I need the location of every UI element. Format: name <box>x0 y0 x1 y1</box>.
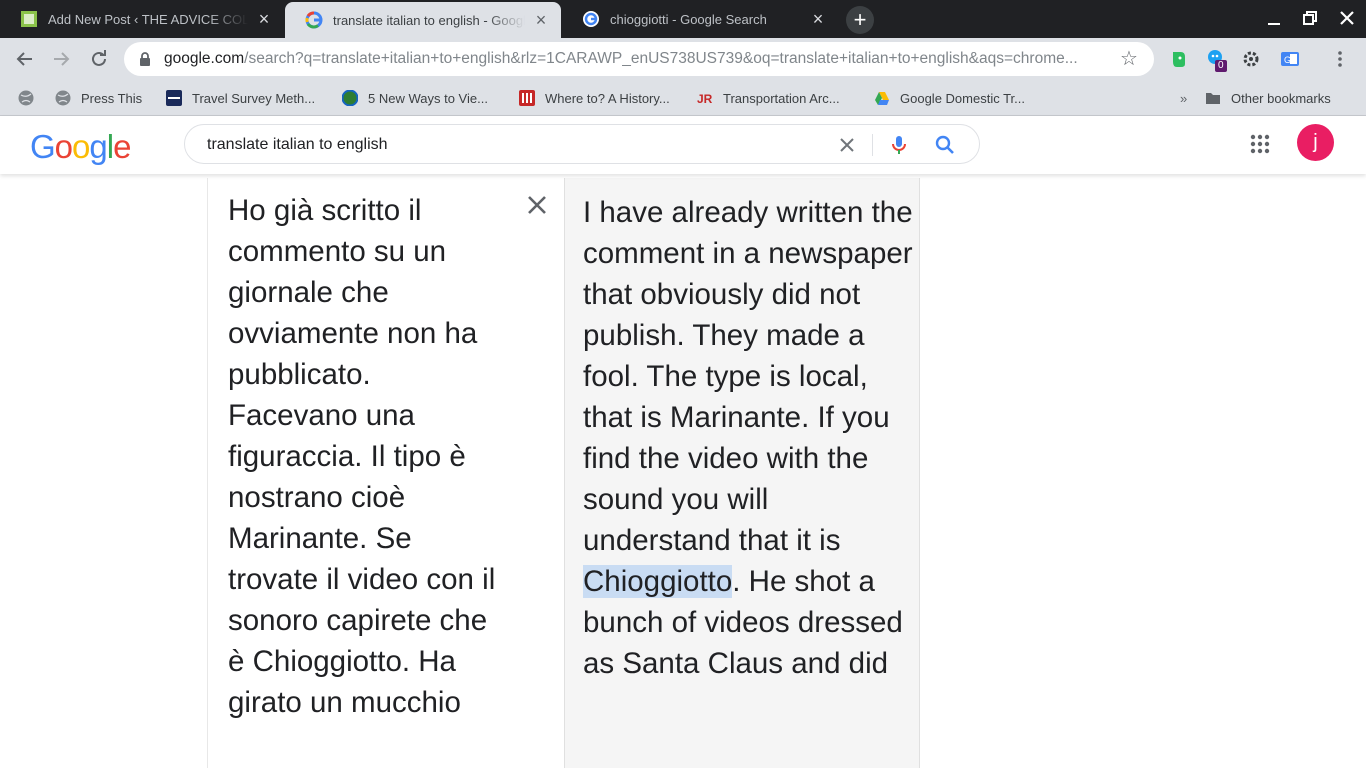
other-bookmarks[interactable]: Other bookmarks <box>1205 87 1331 109</box>
search-divider <box>872 134 873 156</box>
evernote-icon[interactable] <box>1167 48 1189 70</box>
google-logo[interactable]: Google <box>30 128 131 166</box>
back-icon[interactable] <box>12 46 38 72</box>
new-tab-button[interactable]: + <box>846 6 874 34</box>
highlighted-word[interactable]: Chioggiotto <box>583 565 733 598</box>
tab-title: translate italian to english - Google Se… <box>333 12 525 28</box>
lock-icon <box>140 52 150 66</box>
globe-icon <box>55 90 71 106</box>
close-window-icon[interactable] <box>1335 6 1359 30</box>
search-box <box>184 124 980 164</box>
google-drive-icon <box>875 92 889 105</box>
tab-title: chioggiotti - Google Search <box>610 11 767 27</box>
gear-extension-icon[interactable] <box>1240 48 1262 70</box>
google-search-header: Google j <box>0 116 1366 174</box>
search-icon[interactable] <box>933 133 957 157</box>
tab-close-icon[interactable]: × <box>810 10 826 28</box>
source-text-panel: Ho già scritto il commento su un giornal… <box>207 178 564 768</box>
travel-survey-icon <box>166 90 182 106</box>
bookmarks-overflow-chevron[interactable]: » <box>1180 87 1187 109</box>
tab-add-new-post[interactable]: Add New Post ‹ THE ADVICE COLUMN × <box>0 0 284 38</box>
browser-toolbar: google.com/search?q=translate+italian+to… <box>0 38 1366 80</box>
extension-badge-icon[interactable]: 0 <box>1205 48 1227 72</box>
translation-result-panel: I have already written the comment in a … <box>564 178 920 768</box>
svg-text:JR: JR <box>697 92 713 106</box>
tab-chioggiotti-search[interactable]: chioggiotti - Google Search × <box>562 0 838 38</box>
clear-search-icon[interactable] <box>835 133 859 157</box>
source-text[interactable]: Ho già scritto il commento su un giornal… <box>228 190 508 723</box>
tab-translate-search[interactable]: translate italian to english - Google Se… <box>285 2 561 38</box>
restore-icon[interactable] <box>1298 6 1322 30</box>
bookmarks-bar: Press This Travel Survey Meth... 5 New W… <box>0 80 1366 116</box>
library-icon <box>519 90 535 106</box>
google-favicon-icon <box>582 10 600 28</box>
account-avatar[interactable]: j <box>1297 124 1334 161</box>
tab-close-icon[interactable]: × <box>256 10 272 28</box>
bookmark-travel-survey[interactable]: Travel Survey Meth... <box>166 87 315 109</box>
svg-text:G: G <box>1284 55 1291 65</box>
clear-source-icon[interactable] <box>524 192 550 218</box>
bookmark-star-icon[interactable]: ☆ <box>1118 48 1140 70</box>
translate-extension-icon[interactable]: G <box>1279 48 1301 70</box>
reload-icon[interactable] <box>86 46 112 72</box>
url-text[interactable]: google.com/search?q=translate+italian+to… <box>164 50 1110 68</box>
folder-icon <box>1206 93 1220 104</box>
tab-strip: Add New Post ‹ THE ADVICE COLUMN × trans… <box>0 0 1366 38</box>
forward-icon[interactable] <box>48 46 74 72</box>
tab-close-icon[interactable]: × <box>533 11 549 29</box>
menu-kebab-icon[interactable] <box>1327 46 1353 72</box>
google-apps-icon[interactable] <box>1248 132 1272 156</box>
extension-badge-count: 0 <box>1215 60 1227 72</box>
minimize-icon[interactable] <box>1262 6 1286 30</box>
bookmark-where-to[interactable]: Where to? A History... <box>519 87 670 109</box>
translation-widget: Ho già scritto il commento su un giornal… <box>0 174 1366 768</box>
translated-text: I have already written the comment in a … <box>583 196 913 680</box>
bookmark-5-new-ways[interactable]: 5 New Ways to Vie... <box>342 87 488 109</box>
bookmark-press-this[interactable]: Press This <box>55 87 142 109</box>
tab-title: Add New Post ‹ THE ADVICE COLUMN <box>48 11 248 27</box>
globe-bookmark-icon[interactable] <box>18 87 44 109</box>
google-favicon-icon <box>305 11 323 29</box>
jr-icon: JR <box>697 92 713 106</box>
wordpress-favicon-icon <box>20 10 38 28</box>
microphone-icon[interactable] <box>887 133 911 157</box>
earth-icon <box>342 90 358 106</box>
bookmark-google-domestic[interactable]: Google Domestic Tr... <box>874 87 1025 109</box>
search-input[interactable] <box>207 134 827 156</box>
address-bar[interactable]: google.com/search?q=translate+italian+to… <box>124 42 1154 76</box>
bookmark-transportation-arc[interactable]: JR Transportation Arc... <box>697 87 840 109</box>
